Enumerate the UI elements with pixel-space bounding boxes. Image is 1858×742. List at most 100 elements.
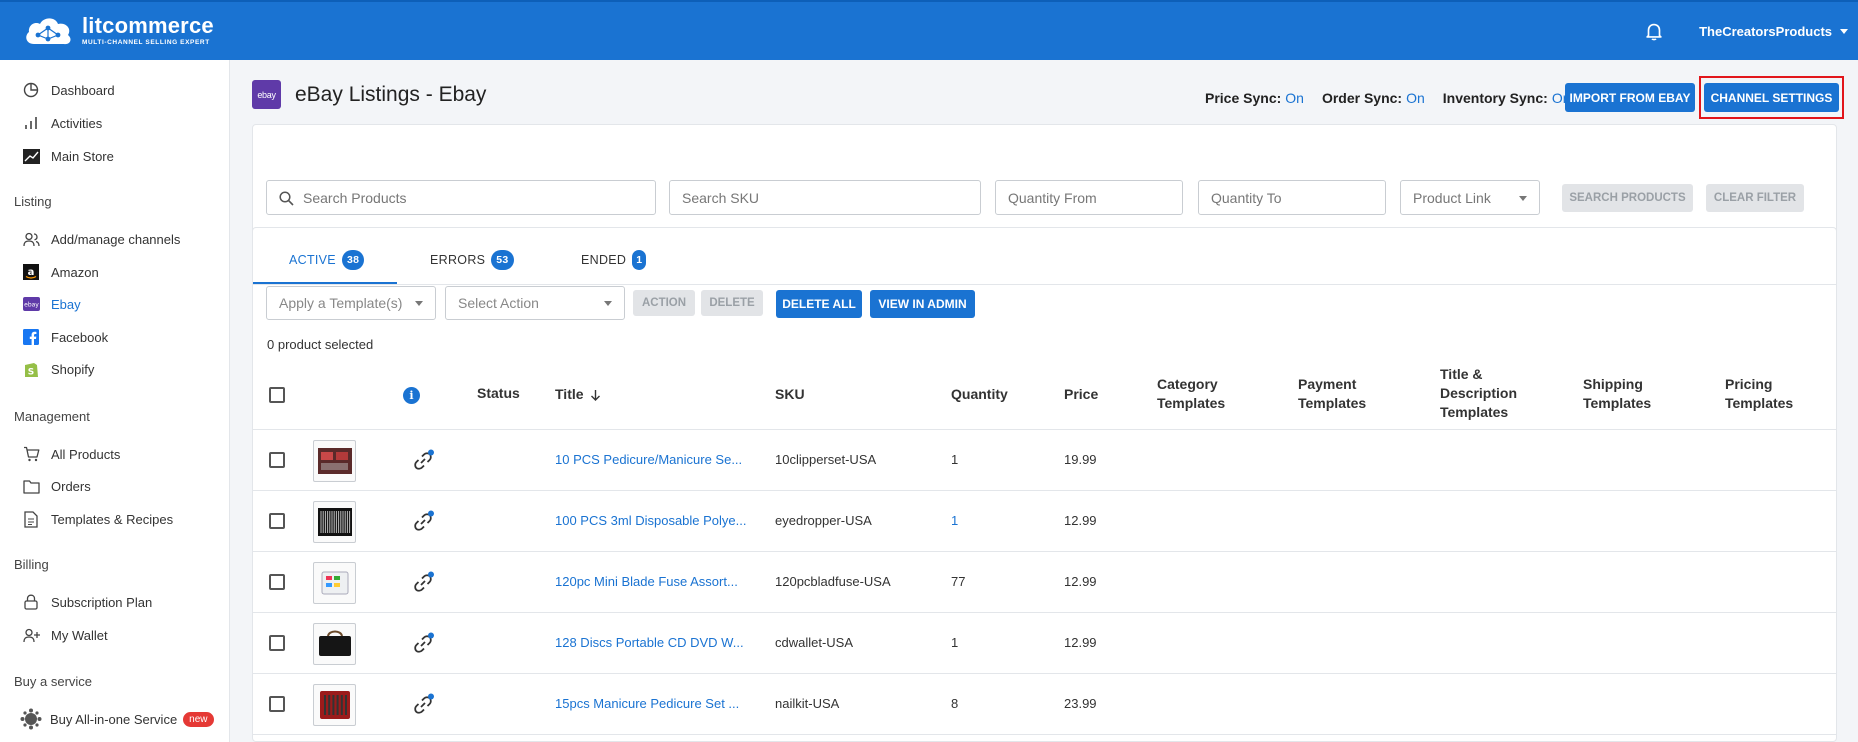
sidebar-item-activities[interactable]: Activities [22, 112, 227, 134]
product-title-link[interactable]: 100 PCS 3ml Disposable Polye... [555, 513, 746, 528]
delete-all-button[interactable]: DELETE ALL [776, 290, 862, 318]
product-title-link[interactable]: 128 Discs Portable CD DVD W... [555, 635, 744, 650]
page-title: eBay Listings - Ebay [295, 82, 487, 106]
account-menu[interactable]: TheCreatorsProducts [1699, 24, 1848, 39]
col-payment-templates: Payment Templates [1298, 375, 1366, 413]
select-all-checkbox[interactable] [269, 387, 285, 403]
product-thumbnail[interactable] [313, 562, 356, 604]
row-checkbox[interactable] [269, 635, 285, 651]
product-quantity: 8 [951, 696, 959, 711]
sidebar-item-my-wallet[interactable]: My Wallet [22, 624, 227, 646]
sidebar-item-ebay[interactable]: ebay Ebay [22, 293, 227, 315]
sidebar-item-templates-recipes[interactable]: Templates & Recipes [22, 508, 227, 530]
quantity-to-input[interactable]: Quantity To [1198, 180, 1386, 215]
product-title-link[interactable]: 10 PCS Pedicure/Manicure Se... [555, 452, 742, 467]
sidebar-item-shopify[interactable]: S Shopify [22, 358, 227, 380]
table-row: 100 PCS 3ml Disposable Polye... eyedroppe… [253, 491, 1836, 552]
search-products-button[interactable]: SEARCH PRODUCTS [1562, 184, 1693, 212]
chevron-down-icon [1840, 28, 1848, 34]
price-sync-value[interactable]: On [1285, 90, 1304, 106]
row-checkbox[interactable] [269, 574, 285, 590]
tab-count-badge: 38 [341, 250, 365, 270]
row-checkbox[interactable] [269, 696, 285, 712]
product-link-select[interactable]: Product Link [1400, 180, 1540, 215]
action-button[interactable]: ACTION [633, 290, 695, 316]
product-sku: cdwallet-USA [775, 635, 854, 650]
channel-settings-button[interactable]: CHANNEL SETTINGS [1704, 83, 1839, 112]
sidebar-heading-management: Management [14, 409, 90, 424]
product-price: 12.99 [1064, 574, 1097, 589]
sidebar-item-dashboard[interactable]: Dashboard [22, 79, 227, 101]
product-quantity[interactable]: 1 [951, 513, 958, 528]
product-sku: nailkit-USA [775, 696, 840, 711]
col-quantity: Quantity [951, 386, 1008, 402]
link-icon[interactable] [411, 693, 435, 717]
link-icon[interactable] [411, 571, 435, 595]
row-checkbox[interactable] [269, 513, 285, 529]
tab-errors[interactable]: ERRORS 53 [430, 250, 514, 270]
search-products-input[interactable]: Search Products [266, 180, 656, 215]
users-icon [22, 230, 40, 248]
import-from-ebay-button[interactable]: IMPORT FROM EBAY [1565, 83, 1695, 112]
price-sync-label: Price Sync: [1205, 90, 1282, 106]
brand-tagline: MULTI-CHANNEL SELLING EXPERT [82, 39, 210, 47]
col-title[interactable]: Title [555, 385, 601, 404]
table-row: 10 PCS Pedicure/Manicure Se... 10clippers… [253, 430, 1836, 491]
sidebar-item-label: Main Store [51, 148, 114, 164]
sidebar-item-label: Buy All-in-one Service [50, 711, 178, 727]
delete-button[interactable]: DELETE [701, 290, 763, 316]
sidebar-item-label: Templates & Recipes [51, 511, 174, 527]
row-checkbox[interactable] [269, 452, 285, 468]
facebook-icon [22, 328, 40, 346]
view-in-admin-button[interactable]: VIEW IN ADMIN [870, 290, 975, 318]
product-thumbnail[interactable] [313, 501, 356, 543]
product-quantity: 1 [951, 635, 959, 650]
product-thumbnail[interactable] [313, 623, 356, 665]
sidebar-item-subscription-plan[interactable]: Subscription Plan [22, 591, 227, 613]
svg-text:ebay: ebay [24, 302, 39, 309]
product-thumbnail[interactable] [313, 440, 356, 482]
sidebar-item-label: Shopify [51, 361, 95, 377]
order-sync-value[interactable]: On [1406, 90, 1425, 106]
col-shipping-line1: Shipping [1583, 376, 1643, 392]
quantity-from-input[interactable]: Quantity From [995, 180, 1183, 215]
sidebar-item-amazon[interactable]: a Amazon [22, 261, 227, 283]
folder-icon [22, 477, 40, 495]
sidebar-item-main-store[interactable]: Main Store [22, 145, 227, 167]
search-sku-input[interactable]: Search SKU [669, 180, 981, 215]
link-icon[interactable] [411, 510, 435, 534]
sidebar-item-all-products[interactable]: All Products [22, 443, 227, 465]
sidebar-item-facebook[interactable]: Facebook [22, 326, 227, 348]
brand-logo[interactable]: litcommerce MULTI-CHANNEL SELLING EXPERT [22, 14, 214, 48]
select-action-select[interactable]: Select Action [445, 286, 625, 320]
sidebar-item-add-manage-channels[interactable]: Add/manage channels [22, 228, 227, 250]
col-status: Status [477, 385, 520, 401]
sidebar-item-label: Amazon [51, 264, 99, 280]
clear-filter-button[interactable]: CLEAR FILTER [1706, 184, 1804, 212]
col-title-desc-line1: Title & [1440, 366, 1483, 382]
amazon-icon: a [22, 263, 40, 281]
sidebar-item-orders[interactable]: Orders [22, 475, 227, 497]
sidebar-item-buy-service[interactable]: Buy All-in-one Service new [20, 708, 225, 730]
product-sku: eyedropper-USA [775, 513, 872, 528]
product-title-link[interactable]: 15pcs Manicure Pedicure Set ... [555, 696, 739, 711]
product-price: 12.99 [1064, 513, 1097, 528]
link-icon[interactable] [411, 632, 435, 656]
tab-active[interactable]: ACTIVE 38 [289, 250, 365, 270]
product-sku: 120pcbladfuse-USA [775, 574, 891, 589]
apply-template-placeholder: Apply a Template(s) [279, 295, 403, 311]
apply-template-select[interactable]: Apply a Template(s) [266, 286, 436, 320]
quantity-to-placeholder: Quantity To [1211, 189, 1282, 206]
col-title-desc-line2: Description [1440, 385, 1518, 401]
product-title-link[interactable]: 120pc Mini Blade Fuse Assort... [555, 574, 738, 589]
link-icon[interactable] [411, 449, 435, 473]
table-row: 120pc Mini Blade Fuse Assort... 120pcblad… [253, 552, 1836, 613]
sidebar-item-label: All Products [51, 446, 121, 462]
col-title-desc-line3: Templates [1440, 404, 1509, 420]
col-payment-line2: Templates [1298, 395, 1367, 411]
tab-ended[interactable]: ENDED 1 [581, 250, 647, 270]
document-icon [22, 510, 40, 528]
product-thumbnail[interactable] [313, 684, 356, 726]
bell-icon[interactable] [1643, 20, 1665, 42]
info-icon[interactable]: i [403, 387, 420, 404]
